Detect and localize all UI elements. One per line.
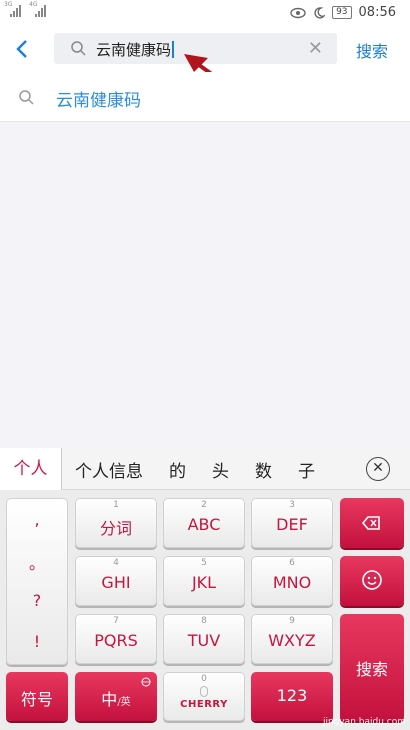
comma-key[interactable]: , <box>6 510 68 529</box>
candidate-item[interactable]: 的 <box>156 457 199 482</box>
back-button[interactable] <box>14 32 40 66</box>
language-toggle-key[interactable]: 中/英 <box>75 672 157 721</box>
key-3[interactable]: 3 DEF <box>251 498 333 548</box>
eye-icon <box>290 7 306 18</box>
candidate-item[interactable]: 头 <box>199 457 242 482</box>
cherry-logo: CHERRY <box>180 699 228 710</box>
emoji-key[interactable] <box>340 556 404 606</box>
smiley-icon <box>362 570 382 590</box>
signal-icon: 4G <box>29 1 46 17</box>
suggestion-label: 云南健康码 <box>56 91 141 111</box>
key-7[interactable]: 7 PQRS <box>75 614 157 664</box>
candidate-item[interactable]: 数 <box>242 457 285 482</box>
key-1[interactable]: 1 分词 <box>75 498 157 548</box>
key-9[interactable]: 9 WXYZ <box>251 614 333 664</box>
microphone-icon <box>200 686 208 697</box>
key-4[interactable]: 4 GHI <box>75 556 157 606</box>
search-query: 云南健康码 <box>96 41 172 59</box>
search-icon <box>71 41 86 56</box>
key-8[interactable]: 8 TUV <box>163 614 245 664</box>
close-candidates-icon[interactable]: ✕ <box>366 457 390 481</box>
signal-icon: 3G <box>4 1 21 17</box>
exclaim-key[interactable]: ! <box>6 632 68 651</box>
candidate-bar: 个人 个人信息 的 头 数 子 ✕ <box>0 448 410 490</box>
backspace-key[interactable] <box>340 498 404 548</box>
key-6[interactable]: 6 MNO <box>251 556 333 606</box>
battery-indicator: 93 <box>332 6 352 19</box>
suggestion-item[interactable]: 云南健康码 <box>0 72 410 122</box>
punctuation-key[interactable]: , 。 ? ! <box>6 498 68 665</box>
candidate-first[interactable]: 个人 <box>0 448 62 490</box>
key-5[interactable]: 5 JKL <box>163 556 245 606</box>
question-key[interactable]: ? <box>6 591 68 610</box>
symbols-key[interactable]: 符号 <box>6 672 68 721</box>
candidate-item[interactable]: 子 <box>285 457 328 482</box>
globe-icon <box>141 677 151 687</box>
enter-search-key[interactable]: 搜索 <box>340 614 404 721</box>
space-key[interactable]: 0 CHERRY <box>163 672 245 721</box>
watermark: jingyan.baidu.com <box>322 717 406 727</box>
period-key[interactable]: 。 <box>6 550 68 574</box>
search-button[interactable]: 搜索 <box>356 38 388 62</box>
clock: 08:56 <box>358 5 396 20</box>
lang-en-label: /英 <box>117 697 131 708</box>
search-icon <box>19 90 34 105</box>
lang-zh-label: 中 <box>101 690 118 709</box>
signal-group: 3G 4G <box>4 1 46 17</box>
backspace-icon <box>361 516 380 530</box>
moon-icon <box>314 6 326 19</box>
chevron-left-icon <box>16 40 27 58</box>
status-bar: 3G 4G 93 08:56 <box>0 0 410 26</box>
numbers-key[interactable]: 123 <box>251 672 333 721</box>
clear-icon[interactable]: ✕ <box>308 38 323 59</box>
key-2[interactable]: 2 ABC <box>163 498 245 548</box>
candidate-item[interactable]: 个人信息 <box>62 457 156 482</box>
